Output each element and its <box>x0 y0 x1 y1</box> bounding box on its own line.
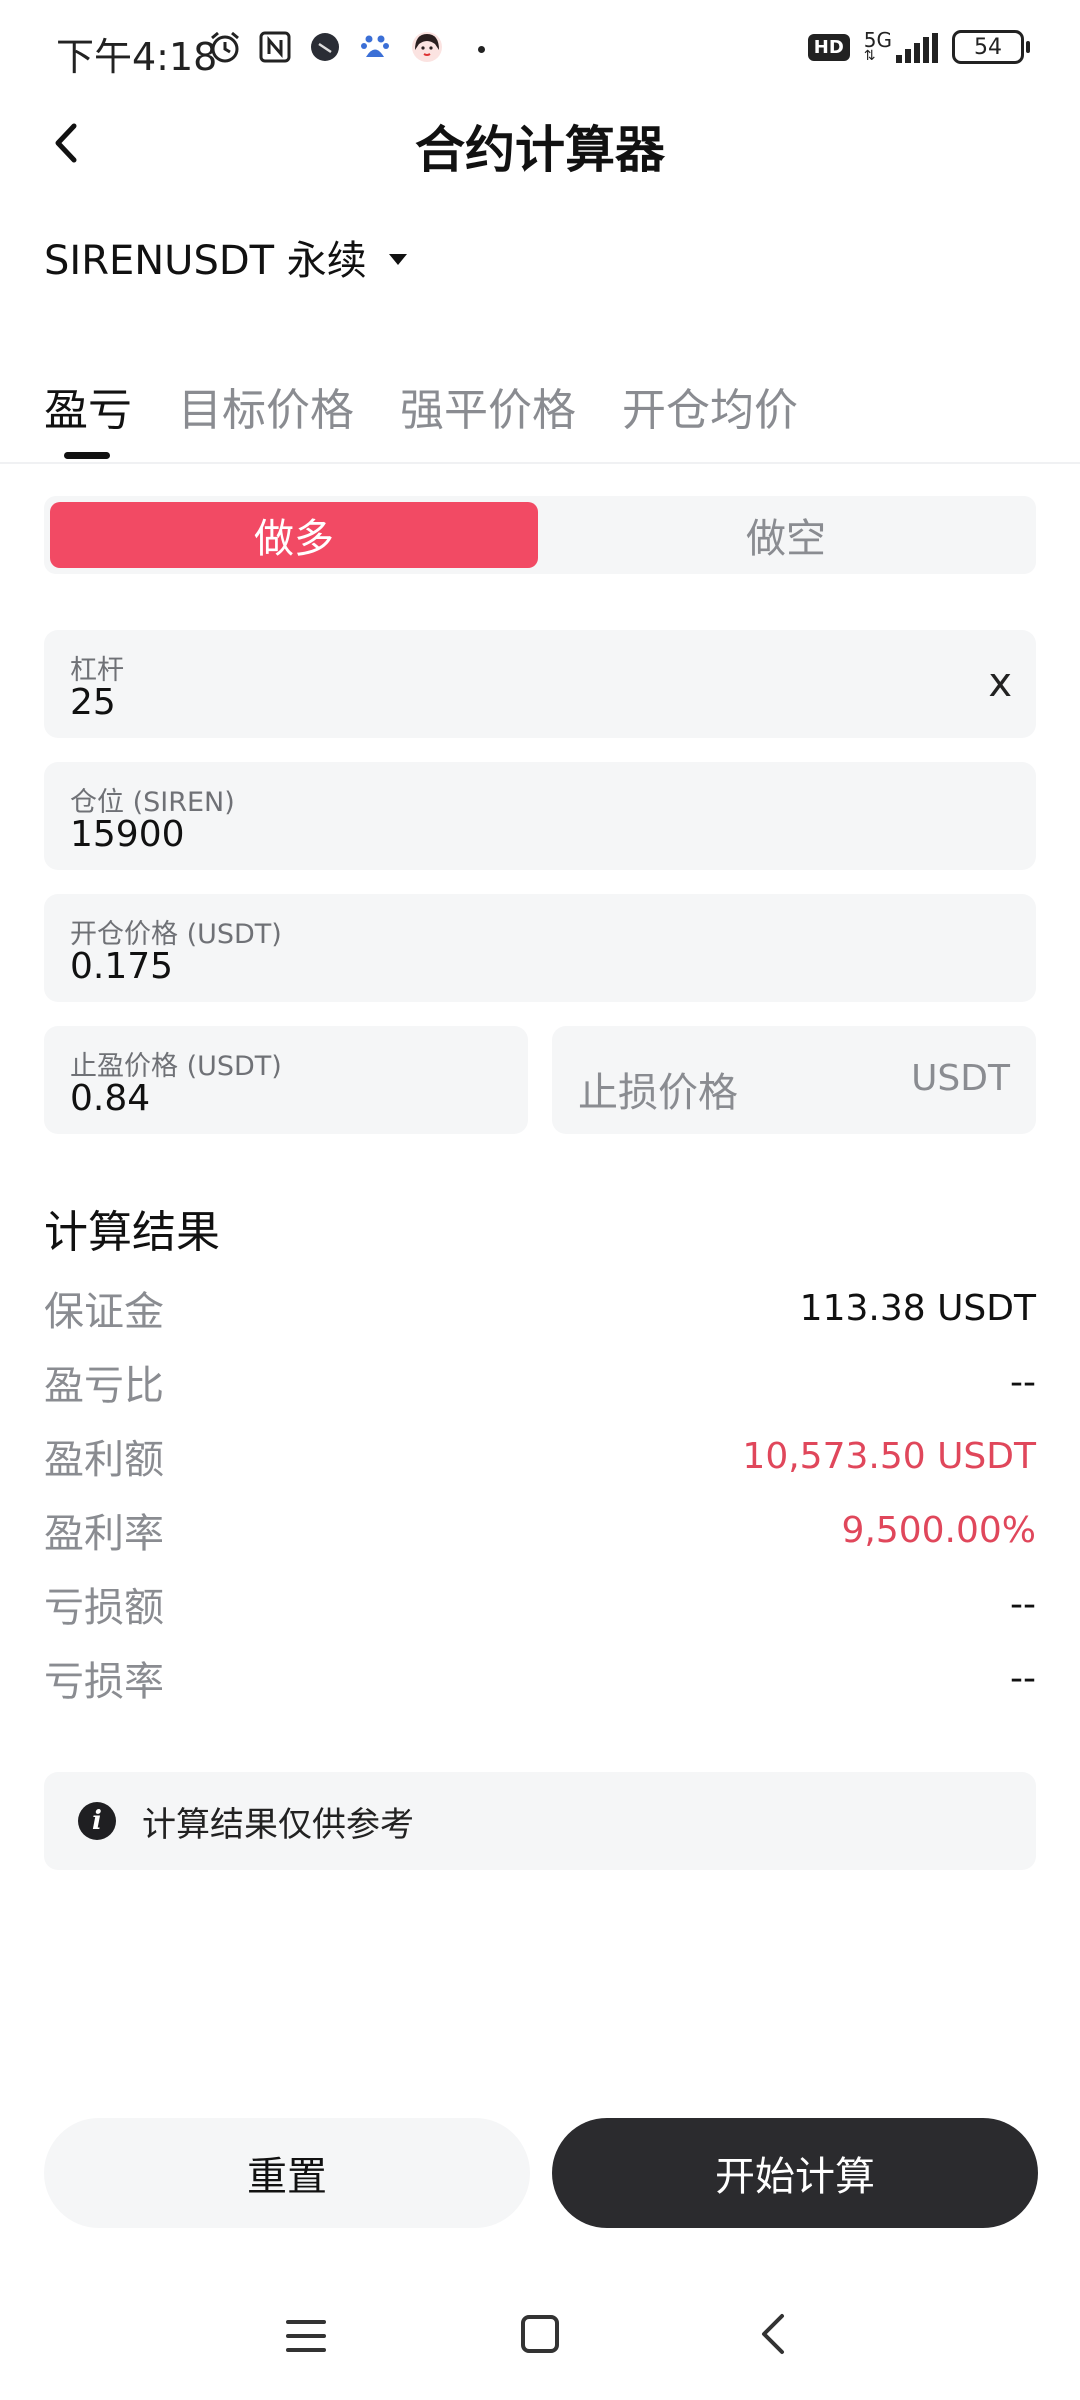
signal-group: 5G ⇅ <box>863 28 938 64</box>
alarm-icon <box>211 31 239 63</box>
calculator-tabs: 盈亏 目标价格 强平价格 开仓均价 <box>44 374 798 438</box>
data-arrows-icon: ⇅ <box>863 48 876 64</box>
calculate-button[interactable]: 开始计算 <box>552 2118 1038 2228</box>
position-field[interactable]: 仓位 (SIREN) 15900 <box>44 762 1036 870</box>
result-row-pnl-ratio: 盈亏比 -- <box>44 1352 1036 1412</box>
result-value: -- <box>1010 1361 1036 1403</box>
nfc-icon <box>259 31 291 63</box>
signal-icon <box>896 33 938 63</box>
direction-toggle: 做多 做空 <box>44 496 1036 574</box>
status-right: HD 5G ⇅ 54 <box>807 28 1030 64</box>
app-icon <box>311 33 339 61</box>
take-profit-value[interactable]: 0.84 <box>70 1078 150 1119</box>
baidu-icon <box>361 35 389 57</box>
leverage-suffix: x <box>988 660 1012 706</box>
result-value: -- <box>1010 1657 1036 1699</box>
result-row-margin: 保证金 113.38 USDT <box>44 1278 1036 1338</box>
notification-dot-icon <box>478 46 485 53</box>
nav-menu-icon[interactable] <box>286 2318 326 2354</box>
result-row-loss-rate: 亏损率 -- <box>44 1648 1036 1708</box>
result-value: 113.38 USDT <box>799 1287 1036 1329</box>
network-type: 5G <box>863 28 892 52</box>
nav-back-icon[interactable] <box>758 2312 788 2356</box>
disclaimer-note: i 计算结果仅供参考 <box>44 1772 1036 1870</box>
hd-badge: HD <box>807 33 850 61</box>
tab-pnl[interactable]: 盈亏 <box>44 374 132 438</box>
stop-loss-placeholder: 止损价格 <box>578 1070 738 1116</box>
result-row-profit-amount: 盈利额 10,573.50 USDT <box>44 1426 1036 1486</box>
result-label: 保证金 <box>44 1289 164 1335</box>
tabs-divider <box>0 462 1080 464</box>
long-button[interactable]: 做多 <box>50 502 538 568</box>
reset-button[interactable]: 重置 <box>44 2118 530 2228</box>
info-icon: i <box>78 1802 116 1840</box>
battery-level: 54 <box>974 34 1002 60</box>
stop-loss-field[interactable]: 止损价格 USDT <box>552 1026 1036 1134</box>
result-row-loss-amount: 亏损额 -- <box>44 1574 1036 1634</box>
short-button[interactable]: 做空 <box>542 502 1030 568</box>
result-row-profit-rate: 盈利率 9,500.00% <box>44 1500 1036 1560</box>
result-value: -- <box>1010 1583 1036 1625</box>
tab-average-open-price[interactable]: 开仓均价 <box>622 374 798 438</box>
tab-target-price[interactable]: 目标价格 <box>178 374 354 438</box>
leverage-value[interactable]: 25 <box>70 682 116 723</box>
position-value[interactable]: 15900 <box>70 814 185 855</box>
result-label: 亏损率 <box>44 1659 164 1705</box>
symbol-selector[interactable]: SIRENUSDT 永续 <box>44 228 407 286</box>
result-value: 9,500.00% <box>841 1509 1036 1551</box>
results-title: 计算结果 <box>44 1207 220 1258</box>
result-label: 盈利额 <box>44 1437 164 1483</box>
caret-down-icon <box>388 253 407 265</box>
status-time: 下午4:18 <box>56 35 218 79</box>
note-text: 计算结果仅供参考 <box>142 1804 414 1845</box>
entry-price-value[interactable]: 0.175 <box>70 946 173 987</box>
entry-price-field[interactable]: 开仓价格 (USDT) 0.175 <box>44 894 1036 1002</box>
stop-loss-unit: USDT <box>911 1058 1010 1099</box>
battery-icon: 54 <box>952 30 1030 64</box>
nav-home-icon[interactable] <box>520 2314 560 2354</box>
tab-liquidation-price[interactable]: 强平价格 <box>400 374 576 438</box>
result-value: 10,573.50 USDT <box>742 1435 1036 1477</box>
page-title: 合约计算器 <box>415 121 665 179</box>
result-label: 盈亏比 <box>44 1363 164 1409</box>
take-profit-field[interactable]: 止盈价格 (USDT) 0.84 <box>44 1026 528 1134</box>
avatar-icon <box>412 32 442 62</box>
leverage-field[interactable]: 杠杆 25 x <box>44 630 1036 738</box>
result-label: 盈利率 <box>44 1511 164 1557</box>
symbol-name: SIRENUSDT 永续 <box>44 238 367 284</box>
result-label: 亏损额 <box>44 1585 164 1631</box>
active-tab-indicator <box>64 452 110 459</box>
